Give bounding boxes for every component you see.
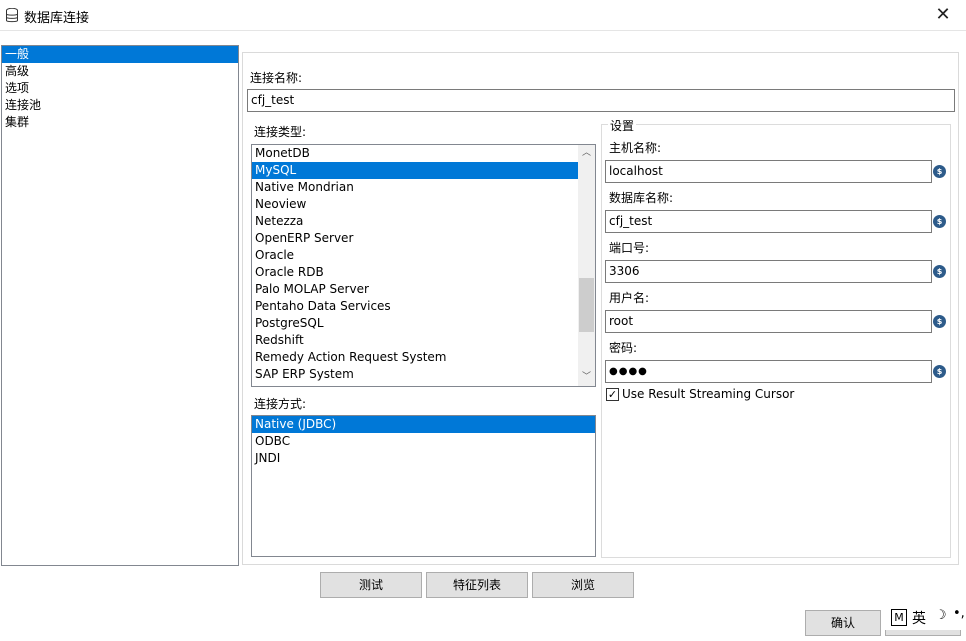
category-item-clustering[interactable]: 集群 [2,114,238,131]
category-item-general[interactable]: 一般 [2,46,238,63]
connection-type-item[interactable]: Redshift [252,332,578,349]
streaming-cursor-label[interactable]: Use Result Streaming Cursor [622,387,794,401]
scroll-down-icon[interactable]: ﹀ [578,369,595,386]
connection-type-item[interactable]: Palo MOLAP Server [252,281,578,298]
settings-title: 设置 [608,117,637,134]
ime-toolbar: M 英 ☽ •, [885,606,966,630]
connection-type-item[interactable]: MySQL [252,162,578,179]
connection-type-item[interactable]: SAP ERP System [252,366,578,383]
connection-name-input[interactable]: cfj_test [247,89,955,112]
connection-type-item[interactable]: Pentaho Data Services [252,298,578,315]
port-label: 端口号: [609,241,650,255]
variable-icon[interactable]: $ [933,165,946,178]
variable-icon[interactable]: $ [933,365,946,378]
category-list: 一般 高级 选项 连接池 集群 [1,45,239,566]
database-name-input[interactable]: cfj_test [605,210,932,233]
window-title: 数据库连接 [24,11,90,26]
connection-type-item[interactable]: PostgreSQL [252,315,578,332]
username-label: 用户名: [609,291,650,305]
connection-name-label: 连接名称: [250,71,303,85]
explore-button[interactable]: 浏览 [532,572,634,598]
connection-type-item[interactable]: Oracle RDB [252,264,578,281]
access-method-item[interactable]: ODBC [252,433,595,450]
ok-button[interactable]: 确认 [805,610,881,636]
title-bar: 数据库连接 ✕ [0,0,966,31]
port-input[interactable]: 3306 [605,260,932,283]
access-method-item[interactable]: Native (JDBC) [252,416,595,433]
moon-icon[interactable]: ☽ [935,608,947,623]
connection-type-item[interactable]: Neoview [252,196,578,213]
scroll-up-icon[interactable]: ︿ [578,145,595,162]
host-label: 主机名称: [609,141,662,155]
category-item-pooling[interactable]: 连接池 [2,97,238,114]
access-method-item[interactable]: JNDI [252,450,595,467]
database-name-label: 数据库名称: [609,191,674,205]
close-icon[interactable]: ✕ [920,0,966,30]
streaming-cursor-checkbox[interactable]: ✓ [606,388,619,401]
access-method-label: 连接方式: [254,397,307,411]
username-input[interactable]: root [605,310,932,333]
connection-type-item[interactable]: MonetDB [252,145,578,162]
punctuation-icon[interactable]: •, [953,606,965,621]
host-input[interactable]: localhost [605,160,932,183]
variable-icon[interactable]: $ [933,265,946,278]
test-button[interactable]: 测试 [320,572,422,598]
scroll-thumb[interactable] [579,278,594,332]
general-panel: 连接名称: cfj_test 连接类型: MonetDB MySQL Native … [242,52,959,565]
password-input[interactable]: ●●●● [605,360,932,383]
connection-type-item[interactable]: Remedy Action Request System [252,349,578,366]
variable-icon[interactable]: $ [933,215,946,228]
connection-type-list[interactable]: MonetDB MySQL Native Mondrian Neoview Netezz… [251,144,596,387]
database-icon [6,8,18,23]
connection-type-label: 连接类型: [254,125,307,139]
ime-language-indicator[interactable]: 英 [912,608,926,628]
variable-icon[interactable]: $ [933,315,946,328]
password-label: 密码: [609,341,638,355]
category-item-advanced[interactable]: 高级 [2,63,238,80]
access-method-list[interactable]: Native (JDBC) ODBC JNDI [251,415,596,557]
connection-type-scrollbar[interactable]: ︿ ﹀ [578,145,595,386]
connection-type-item[interactable]: Netezza [252,213,578,230]
connection-type-item[interactable]: OpenERP Server [252,230,578,247]
category-item-options[interactable]: 选项 [2,80,238,97]
connection-type-item[interactable]: Native Mondrian [252,179,578,196]
feature-list-button[interactable]: 特征列表 [426,572,528,598]
ime-mode-icon[interactable]: M [891,609,907,626]
connection-type-item[interactable]: Oracle [252,247,578,264]
